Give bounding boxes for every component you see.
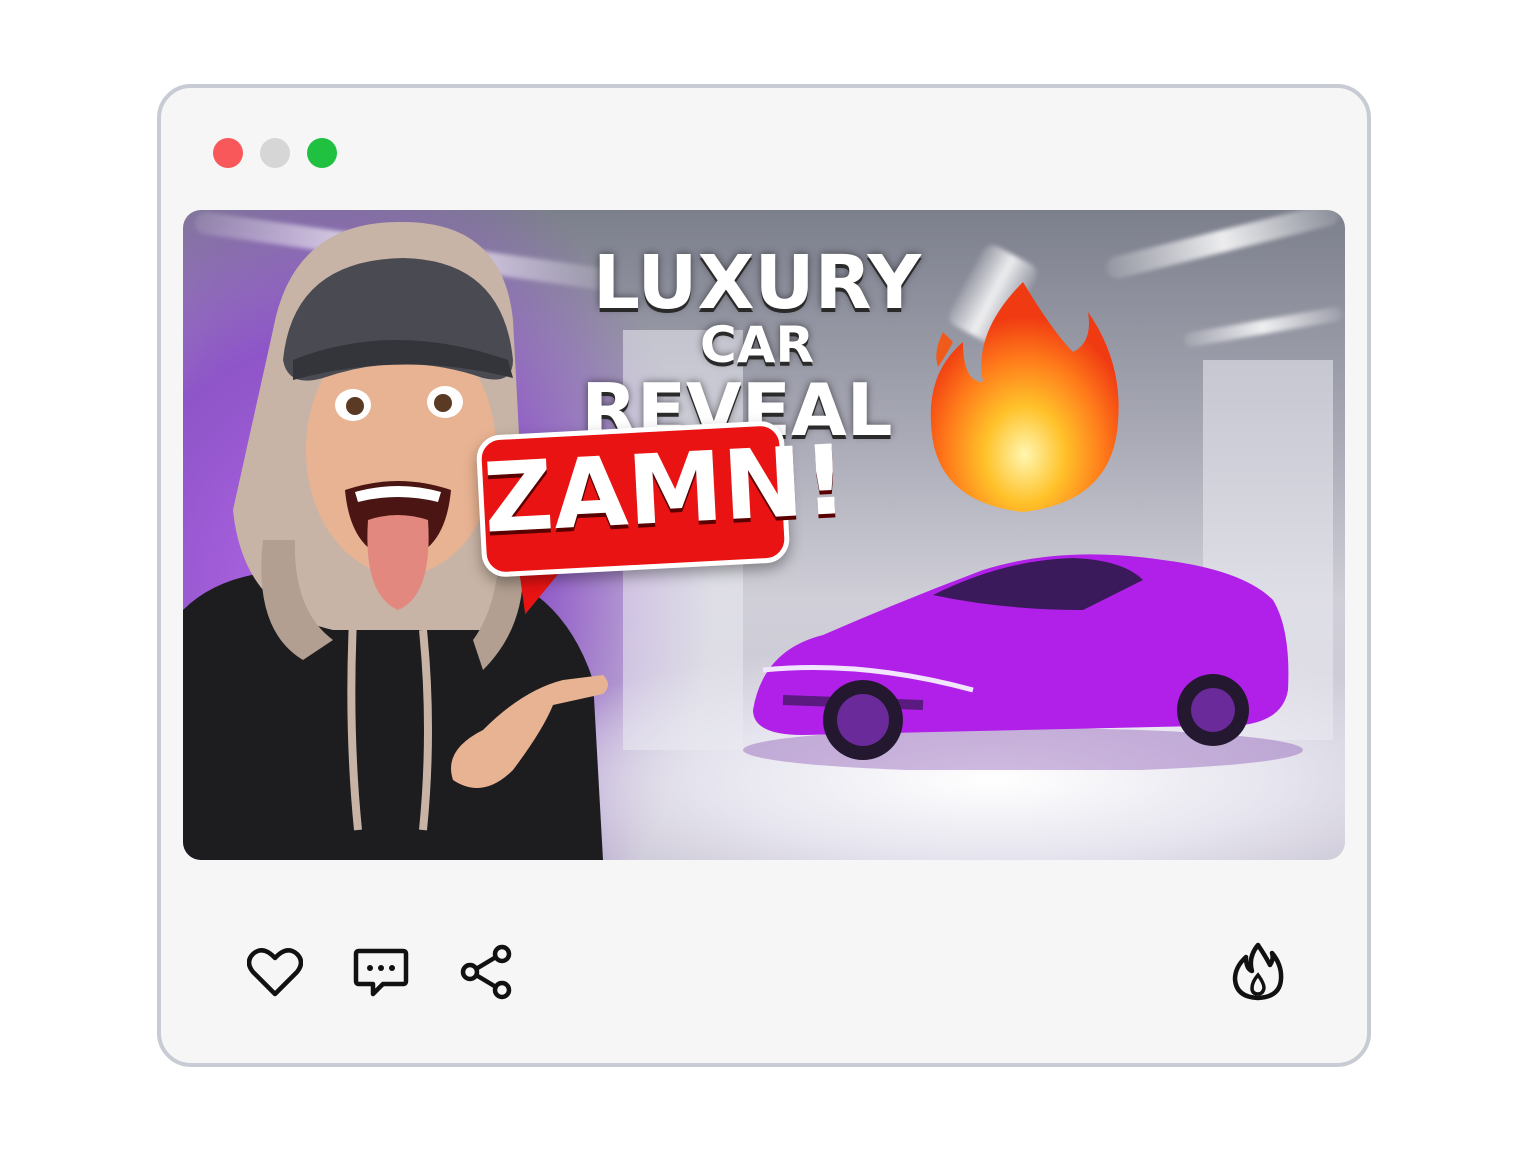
ceiling-light — [1182, 306, 1344, 348]
close-window-button[interactable] — [213, 138, 243, 168]
fire-emoji-icon — [930, 282, 1119, 512]
bubble-text: ZAMN! — [480, 423, 850, 555]
headline-car: CAR — [700, 316, 814, 374]
ceiling-light — [1103, 210, 1343, 281]
hot-button[interactable] — [1227, 940, 1289, 1002]
maximize-window-button[interactable] — [307, 138, 337, 168]
heart-icon — [247, 948, 303, 997]
like-button[interactable] — [245, 942, 305, 1002]
headline-luxury: LUXURY — [592, 240, 922, 326]
window-controls — [213, 138, 337, 168]
comment-icon — [353, 948, 409, 997]
share-icon — [460, 944, 512, 1000]
minimize-window-button[interactable] — [260, 138, 290, 168]
share-button[interactable] — [457, 942, 517, 1002]
purple-sports-car — [743, 554, 1303, 770]
comment-button[interactable] — [351, 942, 411, 1002]
flame-icon — [1232, 942, 1284, 1001]
post-actions — [245, 942, 517, 1002]
app-window: LUXURY CAR REVEAL ZAMN! — [157, 84, 1371, 1067]
thumbnail-headline: LUXURY CAR REVEAL — [537, 246, 977, 446]
video-thumbnail[interactable]: LUXURY CAR REVEAL ZAMN! — [183, 210, 1345, 860]
